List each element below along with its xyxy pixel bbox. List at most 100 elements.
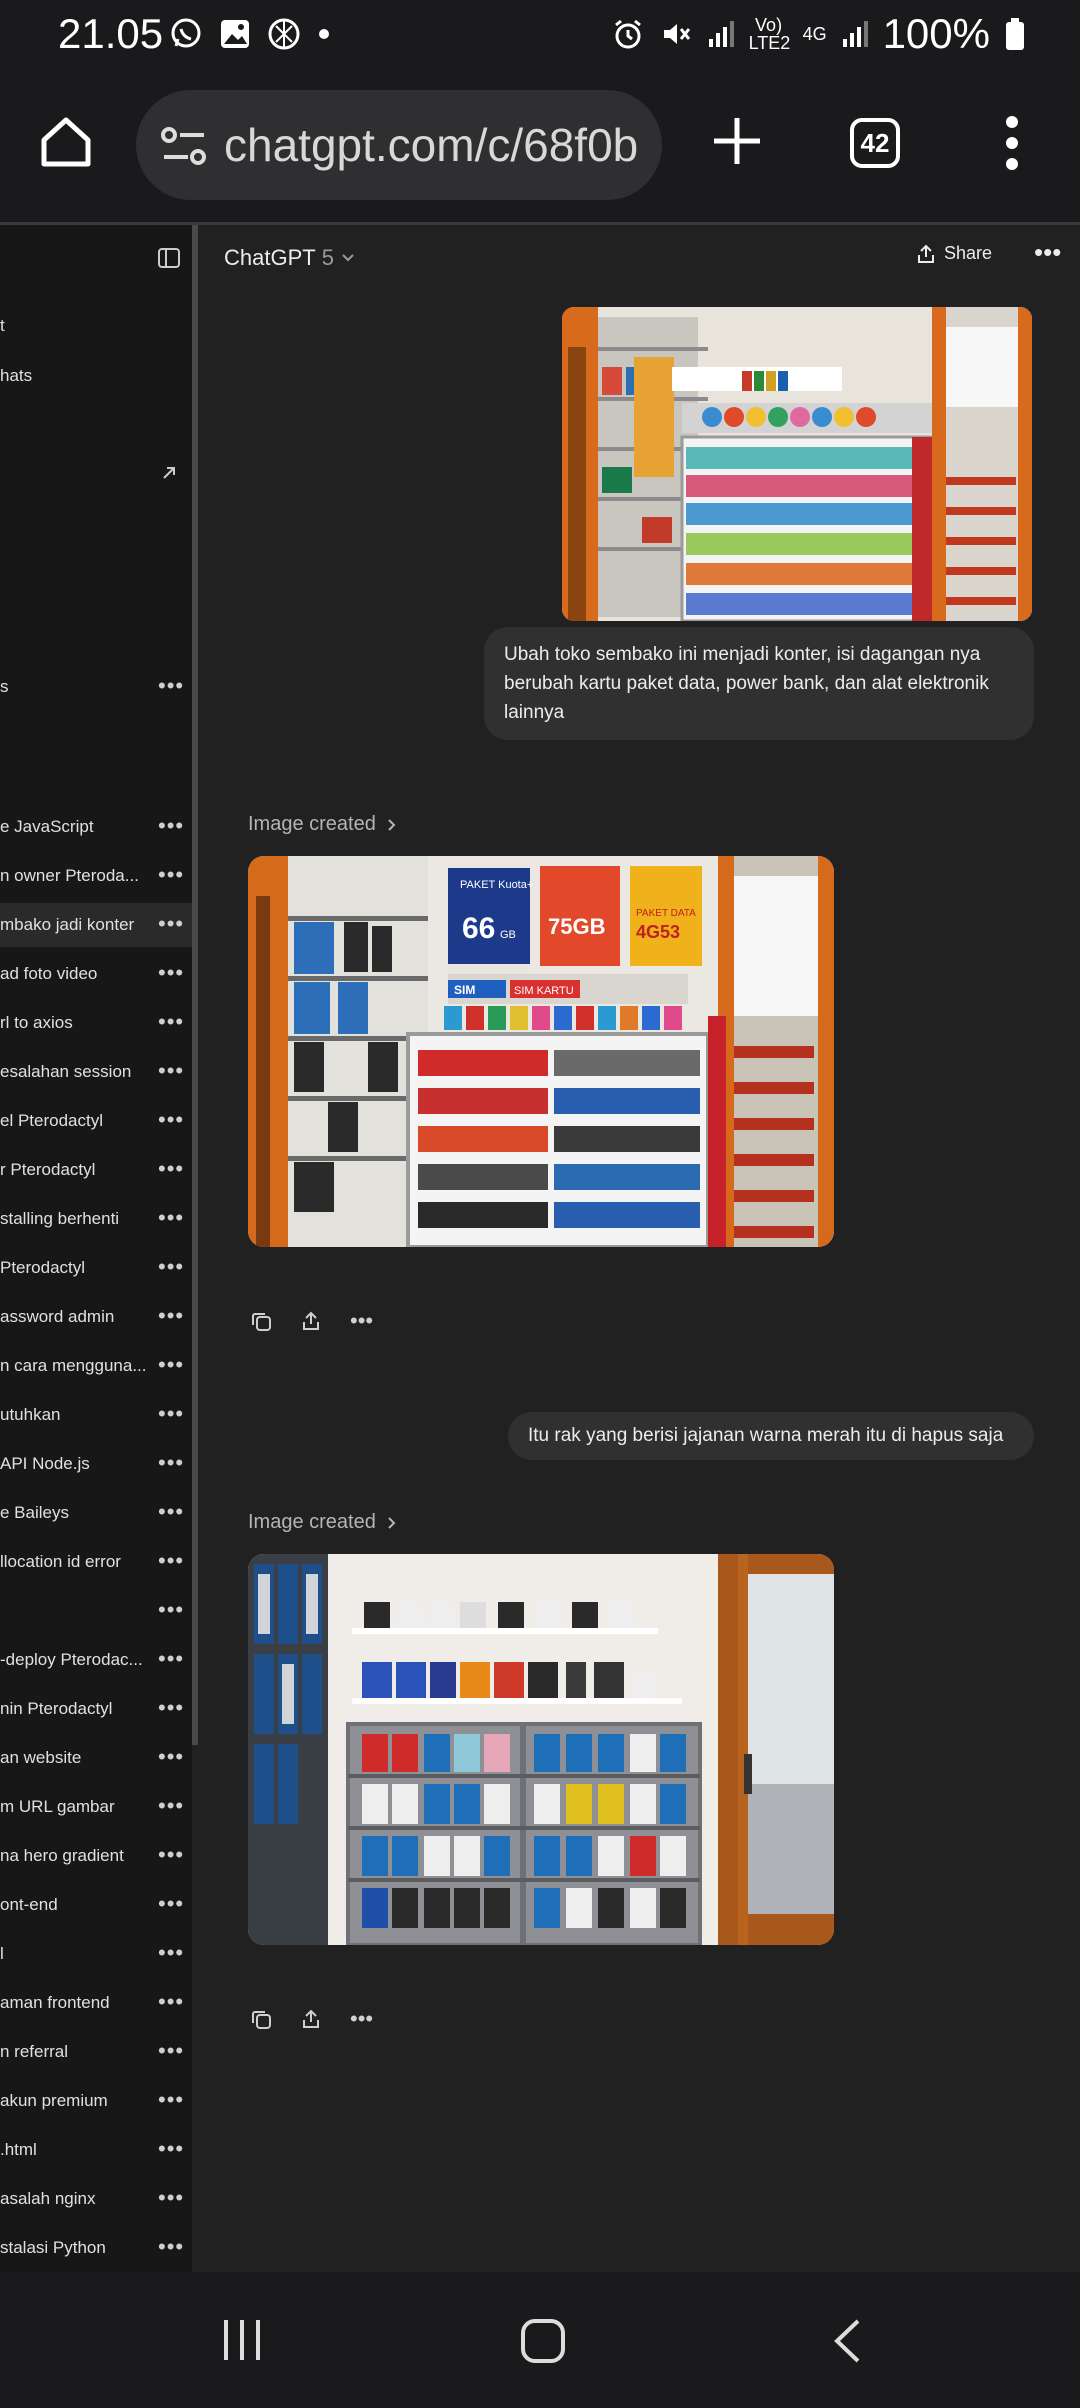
sidebar-chat-item[interactable]: -deploy Pterodac... •••	[0, 1638, 192, 1682]
sidebar-chat-item[interactable]: akun premium •••	[0, 2079, 192, 2123]
sidebar-chat-item[interactable]: stalasi Python •••	[0, 2226, 192, 2270]
more-options-icon[interactable]: •••	[350, 2008, 373, 2030]
system-navigation-bar	[0, 2272, 1080, 2408]
recent-apps-icon[interactable]	[220, 2318, 264, 2362]
sidebar-chat-item[interactable]: asalah nginx •••	[0, 2177, 192, 2221]
sidebar-chat-item[interactable]: assword admin •••	[0, 1295, 192, 1339]
sidebar-chat-item[interactable]: e Baileys •••	[0, 1491, 192, 1535]
sidebar-chat-item[interactable]: e JavaScript •••	[0, 805, 192, 849]
poster-2-big: 75GB	[548, 914, 605, 939]
more-options-icon[interactable]: •••	[158, 1254, 184, 1280]
more-options-icon[interactable]: •••	[158, 1548, 184, 1574]
generated-image[interactable]	[248, 1554, 834, 1945]
sidebar-chat-item[interactable]: •••	[0, 1589, 192, 1633]
home-button-icon[interactable]	[520, 2318, 566, 2364]
url-text[interactable]: chatgpt.com/c/68f0b	[224, 118, 644, 172]
more-options-icon[interactable]: •••	[158, 1352, 184, 1378]
more-options-icon[interactable]: •••	[158, 1793, 184, 1819]
more-options-icon[interactable]: •••	[158, 1499, 184, 1525]
more-options-icon[interactable]: •••	[158, 1107, 184, 1133]
model-selector[interactable]: ChatGPT 5	[224, 245, 356, 271]
address-bar[interactable]: chatgpt.com/c/68f0b	[136, 90, 662, 200]
copy-icon[interactable]	[250, 2008, 272, 2030]
back-icon[interactable]	[832, 2318, 862, 2364]
more-options-icon[interactable]: •••	[158, 1156, 184, 1182]
sidebar-chat-item[interactable]: API Node.js •••	[0, 1442, 192, 1486]
sidebar-chat-item[interactable]: m URL gambar •••	[0, 1785, 192, 1829]
sidebar-chat-item[interactable]: el Pterodactyl •••	[0, 1099, 192, 1143]
sidebar-chat-item[interactable]: an website •••	[0, 1736, 192, 1780]
sidebar-chat-item[interactable]: r Pterodactyl •••	[0, 1148, 192, 1192]
sidebar-chat-item[interactable]: llocation id error •••	[0, 1540, 192, 1584]
more-options-icon[interactable]: •••	[158, 1695, 184, 1721]
share-icon[interactable]	[300, 1310, 322, 1332]
sidebar-chat-item[interactable]: ad foto video •••	[0, 952, 192, 996]
more-options-icon[interactable]: •••	[158, 1989, 184, 2015]
more-options-icon[interactable]: •••	[158, 1401, 184, 1427]
share-icon[interactable]	[300, 2008, 322, 2030]
sidebar-chat-item[interactable]: mbako jadi konter •••	[0, 903, 192, 947]
sidebar-item-search-chats[interactable]: hats	[0, 354, 192, 398]
sidebar-chat-item[interactable]: n referral •••	[0, 2030, 192, 2074]
more-options-icon[interactable]: •••	[158, 1303, 184, 1329]
sidebar-toggle-icon[interactable]	[158, 248, 180, 268]
image-created-label[interactable]: Image created	[248, 1511, 396, 1534]
more-options-icon[interactable]: •••	[158, 2185, 184, 2211]
more-options-icon[interactable]: •••	[158, 813, 184, 839]
share-button[interactable]: Share	[916, 243, 992, 264]
more-options-icon[interactable]: •••	[158, 911, 184, 937]
more-options-icon[interactable]: •••	[158, 1205, 184, 1231]
more-options-icon[interactable]: •••	[158, 1597, 184, 1623]
more-options-icon[interactable]: •••	[158, 2136, 184, 2162]
sidebar-chat-item[interactable]: Pterodactyl •••	[0, 1246, 192, 1290]
sidebar-item-projects[interactable]: s •••	[0, 665, 192, 709]
more-options-icon[interactable]: •••	[350, 1310, 373, 1332]
signal-2-icon	[842, 21, 868, 47]
more-options-icon[interactable]: •••	[158, 2038, 184, 2064]
more-options-icon[interactable]: •••	[158, 1009, 184, 1035]
sidebar-chat-item[interactable]: nin Pterodactyl •••	[0, 1687, 192, 1731]
sidebar-chat-label: .html	[0, 2140, 37, 2159]
sidebar-chat-item[interactable]: na hero gradient •••	[0, 1834, 192, 1878]
more-options-icon[interactable]: •••	[158, 673, 184, 699]
site-settings-icon[interactable]	[160, 124, 208, 168]
sidebar-chat-item[interactable]: n cara mengguna... •••	[0, 1344, 192, 1388]
more-options-icon[interactable]: •••	[158, 862, 184, 888]
system-icons: Vo) LTE2 4G 100%	[611, 10, 1026, 58]
sidebar-chat-item[interactable]: aman frontend •••	[0, 1981, 192, 2025]
sidebar-item-new-chat[interactable]: t	[0, 304, 192, 348]
new-tab-icon[interactable]	[706, 110, 768, 172]
image-created-label[interactable]: Image created	[248, 813, 396, 836]
more-options-icon[interactable]: •••	[158, 2234, 184, 2260]
chevron-right-icon	[388, 1516, 396, 1529]
sidebar-chat-label: mbako jadi konter	[0, 915, 135, 934]
more-options-icon[interactable]: •••	[158, 2087, 184, 2113]
more-options-icon[interactable]: •••	[158, 1450, 184, 1476]
sidebar-chat-item[interactable]: n owner Pteroda... •••	[0, 854, 192, 898]
sidebar-chat-item[interactable]: esalahan session •••	[0, 1050, 192, 1094]
shelf-sign-2: SIM KARTU	[514, 985, 574, 997]
more-options-icon[interactable]: •••	[158, 1891, 184, 1917]
more-vert-icon[interactable]	[1000, 112, 1024, 174]
conversation-more-button[interactable]: •••	[1034, 237, 1061, 268]
external-link-icon[interactable]	[160, 464, 178, 482]
more-options-icon[interactable]: •••	[158, 1842, 184, 1868]
home-icon[interactable]	[36, 112, 96, 172]
generated-image[interactable]: PAKET Kuota+ 66 GB 75GB PAKET DATA 4G53 …	[248, 856, 834, 1247]
more-options-icon[interactable]: •••	[158, 1058, 184, 1084]
more-options-icon[interactable]: •••	[158, 1940, 184, 1966]
sidebar-chat-item[interactable]: stalling berhenti •••	[0, 1197, 192, 1241]
copy-icon[interactable]	[250, 1310, 272, 1332]
battery-percent: 100%	[882, 10, 990, 57]
sidebar-chat-item[interactable]: l •••	[0, 1932, 192, 1976]
tab-count-button[interactable]: 42	[850, 118, 900, 168]
more-options-icon[interactable]: •••	[158, 1646, 184, 1672]
more-options-icon[interactable]: •••	[158, 1744, 184, 1770]
sidebar-chat-item[interactable]: .html •••	[0, 2128, 192, 2172]
sidebar-chat-item[interactable]: ont-end •••	[0, 1883, 192, 1927]
browser-toolbar: chatgpt.com/c/68f0b 42	[0, 72, 1080, 225]
sidebar-chat-item[interactable]: rl to axios •••	[0, 1001, 192, 1045]
sidebar-chat-item[interactable]: utuhkan •••	[0, 1393, 192, 1437]
more-options-icon[interactable]: •••	[158, 960, 184, 986]
user-uploaded-image[interactable]	[562, 307, 1032, 621]
